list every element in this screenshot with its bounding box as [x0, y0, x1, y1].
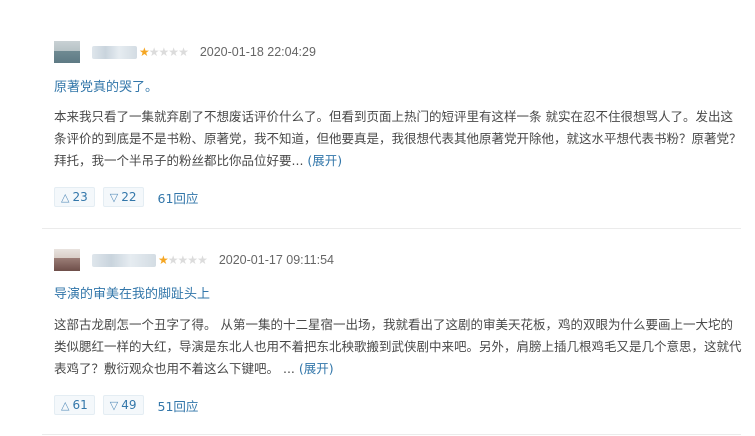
rating-stars: ★ ★ ★ ★ ★: [158, 253, 208, 267]
review-actions: △ 23 ▽ 22 61回应: [54, 187, 198, 207]
replies-link[interactable]: 61回应: [158, 188, 199, 207]
triangle-down-icon: ▽: [109, 190, 119, 204]
review-actions: △ 61 ▽ 49 51回应: [54, 395, 198, 415]
star-icon: ★: [178, 45, 189, 59]
avatar[interactable]: [54, 249, 80, 271]
username-blurred[interactable]: [92, 253, 156, 267]
upvote-count: 23: [72, 190, 88, 204]
expand-link[interactable]: (展开): [299, 361, 334, 376]
upvote-count: 61: [72, 398, 88, 412]
divider: [42, 434, 741, 435]
downvote-count: 22: [121, 190, 137, 204]
downvote-button[interactable]: ▽ 22: [102, 187, 144, 207]
star-icon: ★: [187, 253, 198, 267]
review-text: 这部古龙剧怎一个丑字了得。 从第一集的十二星宿一出场，我就看出了这剧的审美天花板…: [54, 317, 742, 376]
star-icon: ★: [158, 253, 169, 267]
star-icon: ★: [148, 45, 160, 59]
username-blurred[interactable]: [92, 45, 137, 59]
upvote-button[interactable]: △ 23: [54, 187, 95, 207]
review-body: 本来我只看了一集就弃剧了不想废话评价什么了。但看到页面上热门的短评里有这样一条 …: [54, 106, 744, 172]
downvote-count: 49: [121, 398, 137, 412]
star-icon: ★: [177, 253, 189, 267]
review-time[interactable]: 2020-01-17 09:11:54: [219, 253, 334, 267]
review-card: ★ ★ ★ ★ ★ 2020-01-17 09:11:54 导演的审美在我的脚趾头上 这…: [0, 229, 755, 436]
star-icon: ★: [167, 253, 179, 267]
expand-link[interactable]: (展开): [307, 153, 342, 168]
review-title[interactable]: 导演的审美在我的脚趾头上: [54, 283, 210, 302]
review-title[interactable]: 原著党真的哭了。: [54, 76, 158, 95]
downvote-button[interactable]: ▽ 49: [102, 395, 144, 415]
review-card: ★ ★ ★ ★ ★ 2020-01-18 22:04:29 原著党真的哭了。 本来我只看…: [0, 0, 755, 228]
star-icon: ★: [197, 253, 208, 267]
review-body: 这部古龙剧怎一个丑字了得。 从第一集的十二星宿一出场，我就看出了这剧的审美天花板…: [54, 314, 744, 380]
review-text: 本来我只看了一集就弃剧了不想废话评价什么了。但看到页面上热门的短评里有这样一条 …: [54, 109, 742, 168]
review-time[interactable]: 2020-01-18 22:04:29: [200, 45, 316, 59]
upvote-button[interactable]: △ 61: [54, 395, 95, 415]
star-icon: ★: [139, 45, 150, 59]
review-header: ★ ★ ★ ★ ★ 2020-01-17 09:11:54: [54, 249, 334, 271]
review-header: ★ ★ ★ ★ ★ 2020-01-18 22:04:29: [54, 41, 316, 63]
rating-stars: ★ ★ ★ ★ ★: [139, 45, 189, 59]
replies-link[interactable]: 51回应: [158, 396, 199, 415]
avatar[interactable]: [54, 41, 80, 63]
triangle-down-icon: ▽: [109, 398, 119, 412]
star-icon: ★: [158, 45, 170, 59]
triangle-up-icon: △: [61, 398, 70, 412]
star-icon: ★: [168, 45, 179, 59]
triangle-up-icon: △: [61, 190, 70, 204]
